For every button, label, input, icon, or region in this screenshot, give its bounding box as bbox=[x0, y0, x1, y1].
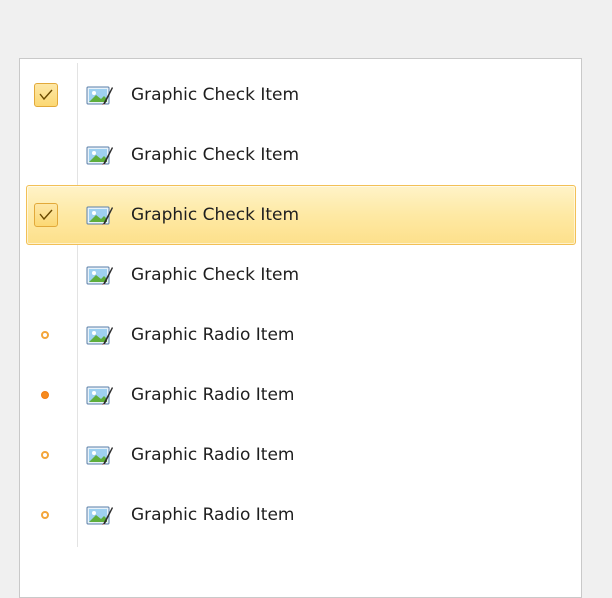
menu-item-graphic-check-3-hovered[interactable]: Graphic Check Item bbox=[26, 185, 576, 245]
menu-item-label: Graphic Check Item bbox=[131, 265, 300, 285]
menu-item-graphic-check-2[interactable]: Graphic Check Item bbox=[26, 125, 576, 185]
menu-item-graphic-radio-4[interactable]: Graphic Radio Item bbox=[26, 485, 576, 545]
context-menu: Graphic Check Item Graphic Check Item Gr… bbox=[19, 58, 582, 598]
menu-item-graphic-radio-1[interactable]: Graphic Radio Item bbox=[26, 305, 576, 365]
picture-icon bbox=[86, 204, 114, 230]
menu-item-label: Graphic Check Item bbox=[131, 205, 300, 225]
picture-icon bbox=[86, 324, 114, 350]
radio-selected-icon bbox=[41, 391, 49, 399]
radio-unselected-icon bbox=[41, 331, 49, 339]
radio-unselected-icon bbox=[41, 451, 49, 459]
checked-checkbox-icon bbox=[34, 83, 58, 107]
menu-item-graphic-radio-2[interactable]: Graphic Radio Item bbox=[26, 365, 576, 425]
menu-item-graphic-check-1[interactable]: Graphic Check Item bbox=[26, 65, 576, 125]
menu-item-graphic-radio-3[interactable]: Graphic Radio Item bbox=[26, 425, 576, 485]
picture-icon bbox=[86, 264, 114, 290]
menu-item-label: Graphic Radio Item bbox=[131, 325, 295, 345]
radio-unselected-icon bbox=[41, 511, 49, 519]
picture-icon bbox=[86, 144, 114, 170]
picture-icon bbox=[86, 384, 114, 410]
menu-item-label: Graphic Radio Item bbox=[131, 505, 295, 525]
picture-icon bbox=[86, 504, 114, 530]
menu-item-label: Graphic Radio Item bbox=[131, 385, 295, 405]
picture-icon bbox=[86, 444, 114, 470]
picture-icon bbox=[86, 84, 114, 110]
menu-item-label: Graphic Check Item bbox=[131, 85, 300, 105]
menu-item-label: Graphic Radio Item bbox=[131, 445, 295, 465]
menu-item-label: Graphic Check Item bbox=[131, 145, 300, 165]
menu-item-graphic-check-4[interactable]: Graphic Check Item bbox=[26, 245, 576, 305]
checked-checkbox-icon bbox=[34, 203, 58, 227]
